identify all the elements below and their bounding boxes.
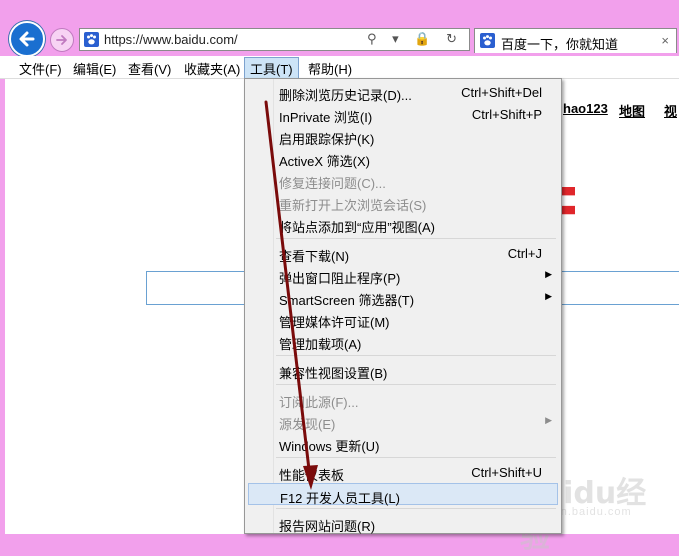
menu-separator: [276, 238, 556, 239]
menu-item-delete-history[interactable]: 删除浏览历史记录(D)... Ctrl+Shift+Del: [248, 81, 558, 103]
menu-item-activex-filter[interactable]: ActiveX 筛选(X): [248, 147, 558, 169]
menu-item-add-to-apps[interactable]: 将站点添加到“应用”视图(A): [248, 213, 558, 235]
menu-item-label: 删除浏览历史记录(D)...: [279, 88, 412, 103]
submenu-arrow-icon: ▶: [545, 415, 552, 425]
menu-separator: [276, 355, 556, 356]
link-video[interactable]: 视: [664, 101, 677, 120]
menu-item-label: 兼容性视图设置(B): [279, 366, 388, 381]
menu-item-tracking-protection[interactable]: 启用跟踪保护(K): [248, 125, 558, 147]
menu-item-label: InPrivate 浏览(I): [279, 110, 373, 125]
menu-item-label: 重新打开上次浏览会话(S): [279, 198, 427, 213]
menu-separator: [276, 457, 556, 458]
menu-favorites[interactable]: 收藏夹(A): [182, 59, 242, 78]
menu-tools[interactable]: 工具(T): [244, 57, 299, 80]
link-map[interactable]: 地图: [619, 101, 645, 120]
menu-item-label: 查看下载(N): [279, 249, 350, 264]
menu-item-subscribe-feed: 订阅此源(F)...: [248, 388, 558, 410]
menu-item-feed-discovery: 源发现(E) ▶: [248, 410, 558, 432]
menu-help[interactable]: 帮助(H): [306, 59, 354, 78]
menu-separator: [276, 384, 556, 385]
menu-item-label: 订阅此源(F)...: [279, 395, 359, 410]
link-hao123[interactable]: hao123: [563, 101, 608, 116]
forward-button[interactable]: [50, 28, 74, 52]
menu-item-reopen-session: 重新打开上次浏览会话(S): [248, 191, 558, 213]
menu-item-performance-dashboard[interactable]: 性能仪表板 Ctrl+Shift+U: [248, 461, 558, 483]
menu-item-view-downloads[interactable]: 查看下载(N) Ctrl+J: [248, 242, 558, 264]
back-arrow-icon: [19, 31, 35, 47]
address-url: https://www.baidu.com/: [104, 32, 238, 47]
menu-edit[interactable]: 编辑(E): [71, 59, 118, 78]
tools-dropdown-menu: 删除浏览历史记录(D)... Ctrl+Shift+Del InPrivate …: [244, 78, 562, 534]
menu-item-inprivate[interactable]: InPrivate 浏览(I) Ctrl+Shift+P: [248, 103, 558, 125]
menu-item-compat-view[interactable]: 兼容性视图设置(B): [248, 359, 558, 381]
menu-item-media-licenses[interactable]: 管理媒体许可证(M): [248, 308, 558, 330]
address-bar[interactable]: https://www.baidu.com/ ⚲ ▾ 🔒 ↻: [79, 28, 470, 51]
address-tools-icons[interactable]: ⚲ ▾ 🔒 ↻: [367, 31, 463, 47]
menu-file[interactable]: 文件(F): [17, 59, 64, 78]
menu-item-label: 弹出窗口阻止程序(P): [279, 271, 401, 286]
back-button[interactable]: [9, 21, 45, 57]
tab-close-icon[interactable]: ×: [661, 33, 669, 48]
menu-item-shortcut: Ctrl+J: [507, 246, 542, 261]
submenu-arrow-icon: ▶: [545, 269, 552, 279]
menu-item-report-problem[interactable]: 报告网站问题(R): [248, 512, 558, 534]
menu-item-label: Windows 更新(U): [279, 439, 380, 454]
menu-item-manage-addons[interactable]: 管理加载项(A): [248, 330, 558, 352]
submenu-arrow-icon: ▶: [545, 291, 552, 301]
menu-item-shortcut: Ctrl+Shift+Del: [461, 85, 542, 100]
menu-separator: [276, 508, 556, 509]
browser-chrome: https://www.baidu.com/ ⚲ ▾ 🔒 ↻ 百度一下，你就知道…: [0, 0, 679, 57]
menu-item-label: 报告网站问题(R): [279, 519, 376, 534]
menu-item-label: 管理加载项(A): [279, 337, 362, 352]
menu-item-label: 管理媒体许可证(M): [279, 315, 390, 330]
tab-title: 百度一下，你就知道: [501, 37, 619, 52]
menu-item-f12-devtools[interactable]: F12 开发人员工具(L): [248, 483, 558, 506]
menu-bar: 文件(F) 编辑(E) 查看(V) 收藏夹(A) 工具(T) 帮助(H): [0, 56, 679, 80]
forward-arrow-icon: [56, 35, 67, 45]
menu-view[interactable]: 查看(V): [126, 59, 173, 78]
menu-item-shortcut: Ctrl+Shift+U: [471, 465, 542, 480]
menu-item-label: F12 开发人员工具(L): [280, 491, 400, 506]
menu-item-fix-connection: 修复连接问题(C)...: [248, 169, 558, 191]
menu-item-label: ActiveX 筛选(X): [279, 154, 371, 169]
menu-item-label: 修复连接问题(C)...: [279, 176, 386, 191]
menu-item-label: 性能仪表板: [279, 468, 345, 483]
browser-tab[interactable]: 百度一下，你就知道 ×: [474, 28, 677, 53]
menu-item-shortcut: Ctrl+Shift+P: [471, 107, 542, 122]
menu-item-label: 源发现(E): [279, 417, 336, 432]
menu-item-windows-update[interactable]: Windows 更新(U): [248, 432, 558, 454]
menu-item-label: 启用跟踪保护(K): [279, 132, 375, 147]
baidu-paw-icon: [480, 33, 495, 48]
baidu-paw-icon: [84, 32, 99, 47]
menu-item-label: SmartScreen 筛选器(T): [279, 293, 415, 308]
menu-item-popup-blocker[interactable]: 弹出窗口阻止程序(P) ▶: [248, 264, 558, 286]
menu-item-label: 将站点添加到“应用”视图(A): [279, 220, 435, 235]
menu-item-smartscreen[interactable]: SmartScreen 筛选器(T) ▶: [248, 286, 558, 308]
